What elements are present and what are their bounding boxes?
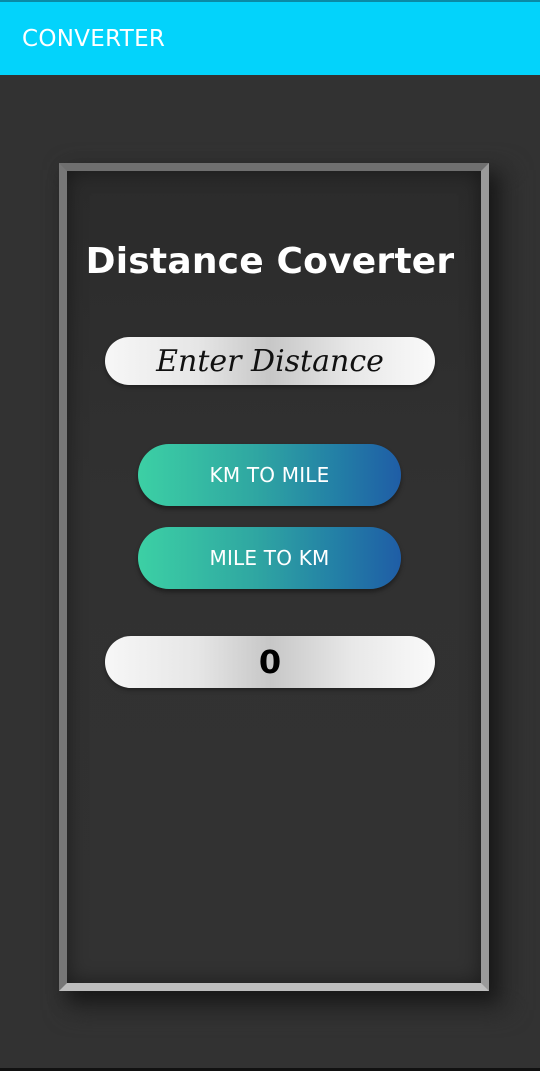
distance-input[interactable] — [105, 337, 435, 385]
app-title: CONVERTER — [22, 26, 166, 52]
mile-to-km-button[interactable]: MILE TO KM — [138, 527, 401, 589]
result-value: 0 — [258, 643, 282, 681]
result-display: 0 — [105, 636, 435, 688]
converter-title: Distance Coverter — [85, 241, 455, 282]
km-to-mile-button[interactable]: KM TO MILE — [138, 444, 401, 506]
distance-input-wrapper — [105, 337, 435, 385]
app-bar: CONVERTER — [0, 0, 540, 75]
